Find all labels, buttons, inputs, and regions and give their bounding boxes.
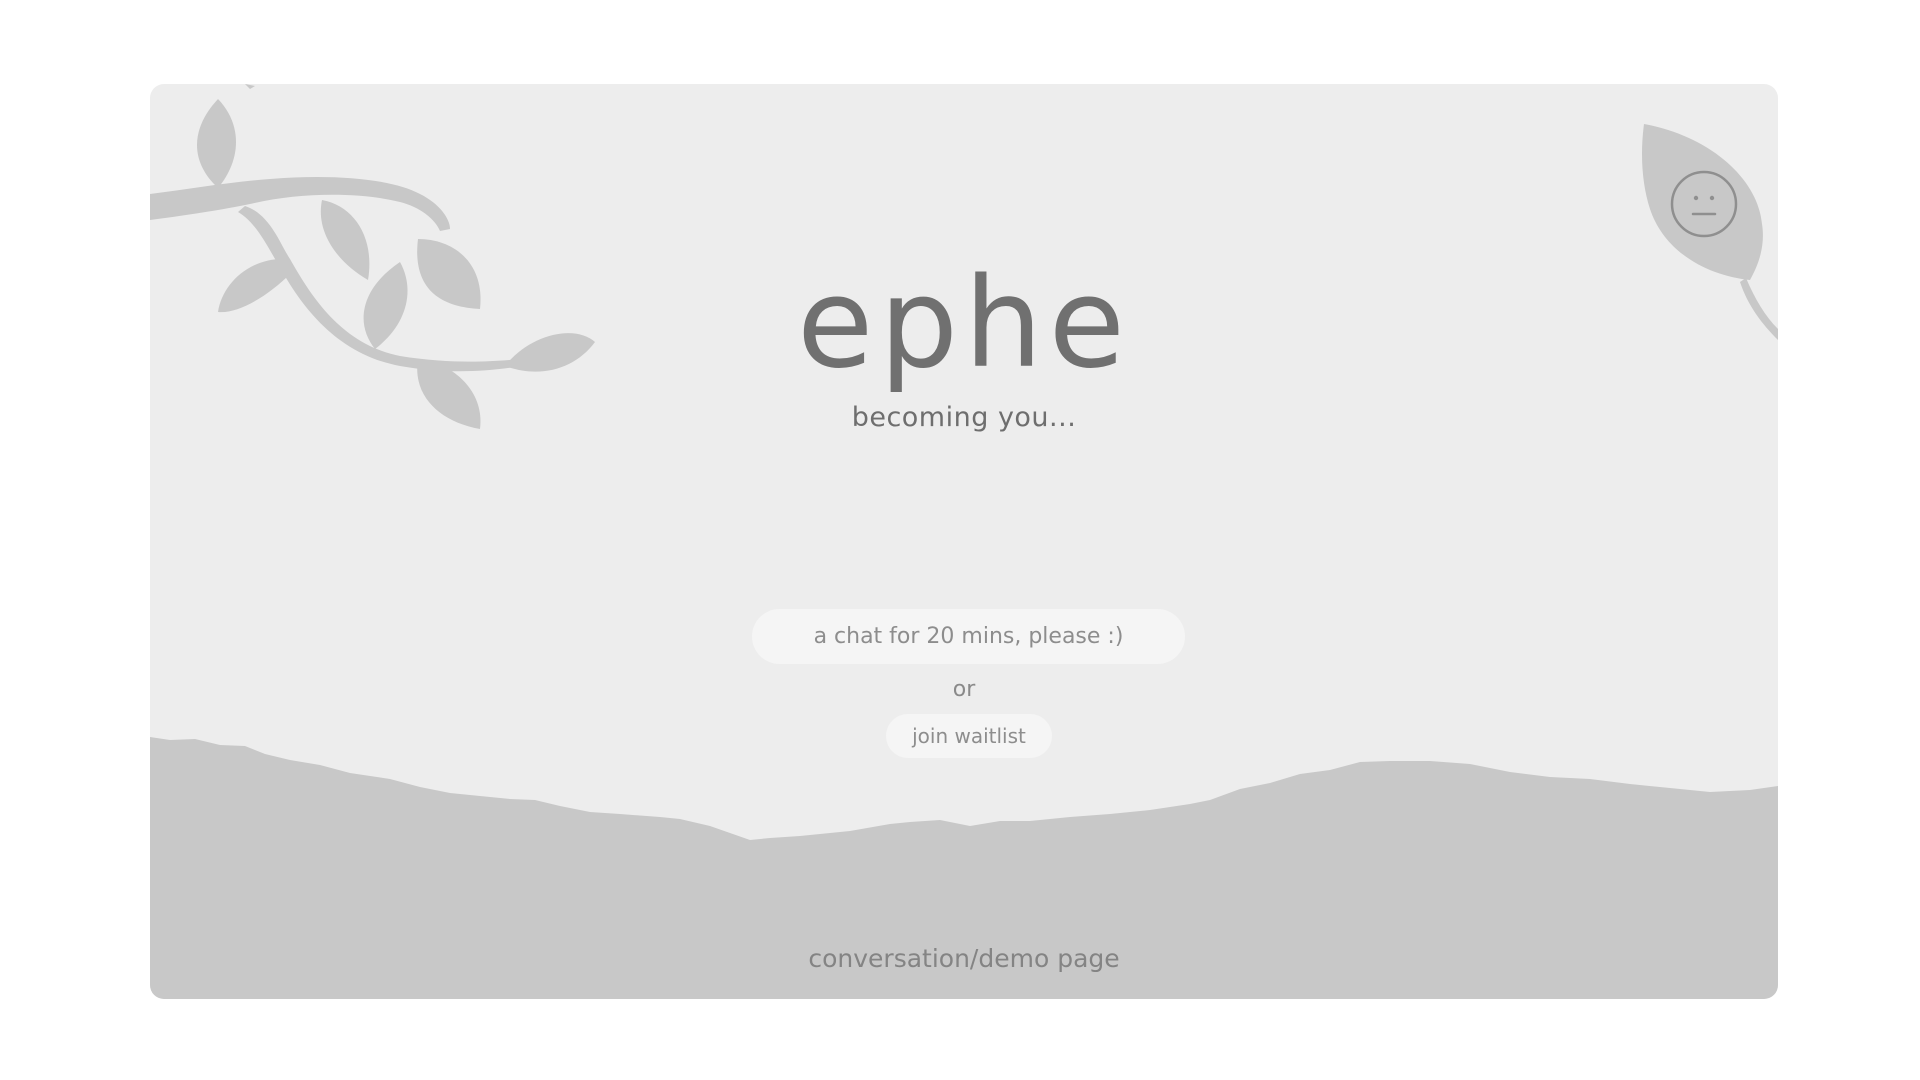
avatar-button[interactable] bbox=[1670, 170, 1738, 238]
start-chat-button[interactable]: a chat for 20 mins, please :) bbox=[752, 609, 1185, 664]
decoration-layer bbox=[150, 84, 1778, 999]
landing-panel: ephe becoming you... a chat for 20 mins,… bbox=[150, 84, 1778, 999]
app-tagline: becoming you... bbox=[851, 402, 1077, 433]
or-separator: or bbox=[952, 677, 976, 702]
demo-page-link[interactable]: conversation/demo page bbox=[150, 944, 1778, 973]
join-waitlist-button[interactable]: join waitlist bbox=[886, 714, 1052, 758]
neutral-face-icon bbox=[1670, 170, 1738, 238]
app-title: ephe bbox=[797, 252, 1131, 396]
